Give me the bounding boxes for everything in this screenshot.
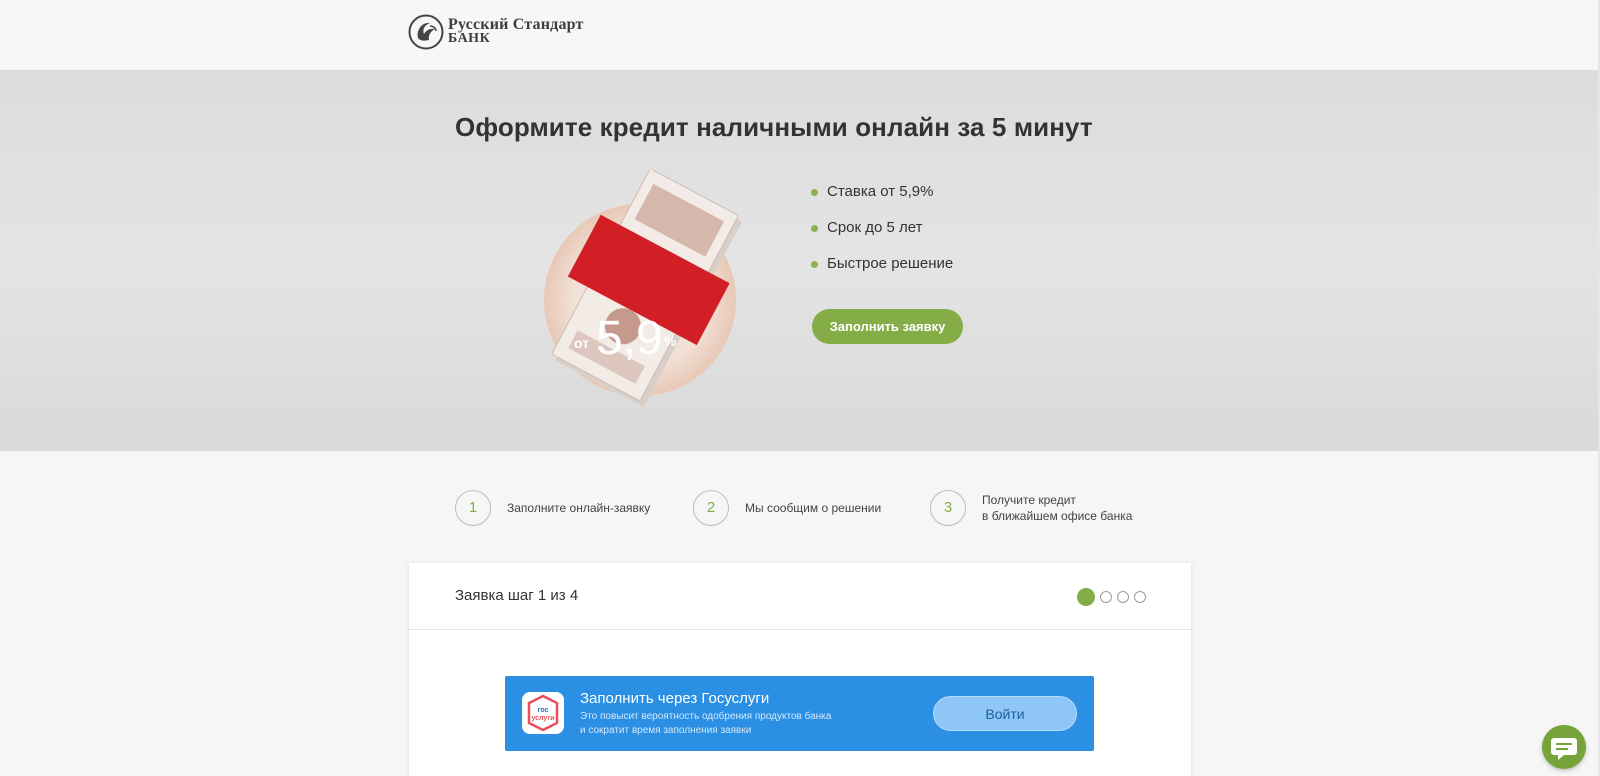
step-text: Мы сообщим о решении	[745, 501, 882, 515]
progress-dot	[1100, 591, 1112, 603]
hero-section: Оформите кредит наличными онлайн за 5 ми…	[0, 70, 1600, 451]
gosuslugi-title: Заполнить через Госуслуги	[580, 690, 770, 707]
gosuslugi-banner: гос услуги Заполнить через Госуслуги Это…	[505, 676, 1094, 751]
gosuslugi-logo-text: гос	[538, 707, 549, 714]
gosuslugi-subtitle-line: и сократит время заполнения заявки	[580, 725, 752, 736]
rate-value: 5,9	[596, 312, 663, 365]
step-number: 2	[693, 490, 729, 526]
gosuslugi-subtitle: Это повысит вероятность одобрения продук…	[580, 710, 831, 738]
step-number: 1	[455, 490, 491, 526]
gosuslugi-logo-icon: гос услуги	[522, 692, 564, 734]
gosuslugi-login-button[interactable]: Войти	[933, 696, 1077, 731]
step-number: 3	[930, 490, 966, 526]
fill-application-button[interactable]: Заполнить заявку	[812, 309, 963, 344]
site-header: Русский Стандарт БАНК	[0, 0, 1600, 70]
chat-bubble-icon	[1551, 738, 1577, 760]
form-step-title: Заявка шаг 1 из 4	[455, 587, 579, 604]
progress-dot-active	[1077, 588, 1095, 606]
bank-logo-icon	[408, 14, 444, 50]
step-text: Получите кредит	[982, 493, 1076, 507]
logo-name: Русский Стандарт	[448, 16, 584, 33]
step-text: Заполните онлайн-заявку	[507, 501, 651, 515]
process-step: 1 Заполните онлайн-заявку	[455, 490, 650, 526]
gosuslugi-subtitle-line: Это повысит вероятность одобрения продук…	[580, 711, 832, 722]
logo-subname: БАНК	[448, 31, 491, 46]
hero-title: Оформите кредит наличными онлайн за 5 ми…	[455, 112, 1093, 142]
feature-item: Ставка от 5,9%	[811, 182, 953, 218]
rate-prefix: от	[574, 335, 589, 351]
progress-dot	[1134, 591, 1146, 603]
process-step: 2 Мы сообщим о решении	[693, 490, 881, 526]
feature-item: Быстрое решение	[811, 254, 953, 290]
process-step: 3 Получите кредит в ближайшем офисе банк…	[930, 490, 1132, 526]
step-progress-dots	[1077, 588, 1146, 606]
gosuslugi-logo-text: услуги	[531, 715, 554, 722]
process-steps: 1 Заполните онлайн-заявку 2 Мы сообщим о…	[455, 490, 1155, 526]
rate-unit: %	[664, 333, 677, 349]
money-stack-illustration: от 5,9 %	[544, 170, 742, 407]
chat-button[interactable]	[1542, 725, 1586, 769]
bank-logo[interactable]: Русский Стандарт БАНК	[408, 14, 584, 50]
form-header: Заявка шаг 1 из 4	[409, 563, 1191, 630]
step-text-second-line: в ближайшем офисе банка	[982, 509, 1133, 523]
feature-list: Ставка от 5,9% Срок до 5 лет Быстрое реш…	[811, 182, 953, 290]
feature-item: Срок до 5 лет	[811, 218, 953, 254]
progress-dot	[1117, 591, 1129, 603]
application-form-card: Заявка шаг 1 из 4 гос услуги Заполнить ч…	[409, 563, 1191, 776]
